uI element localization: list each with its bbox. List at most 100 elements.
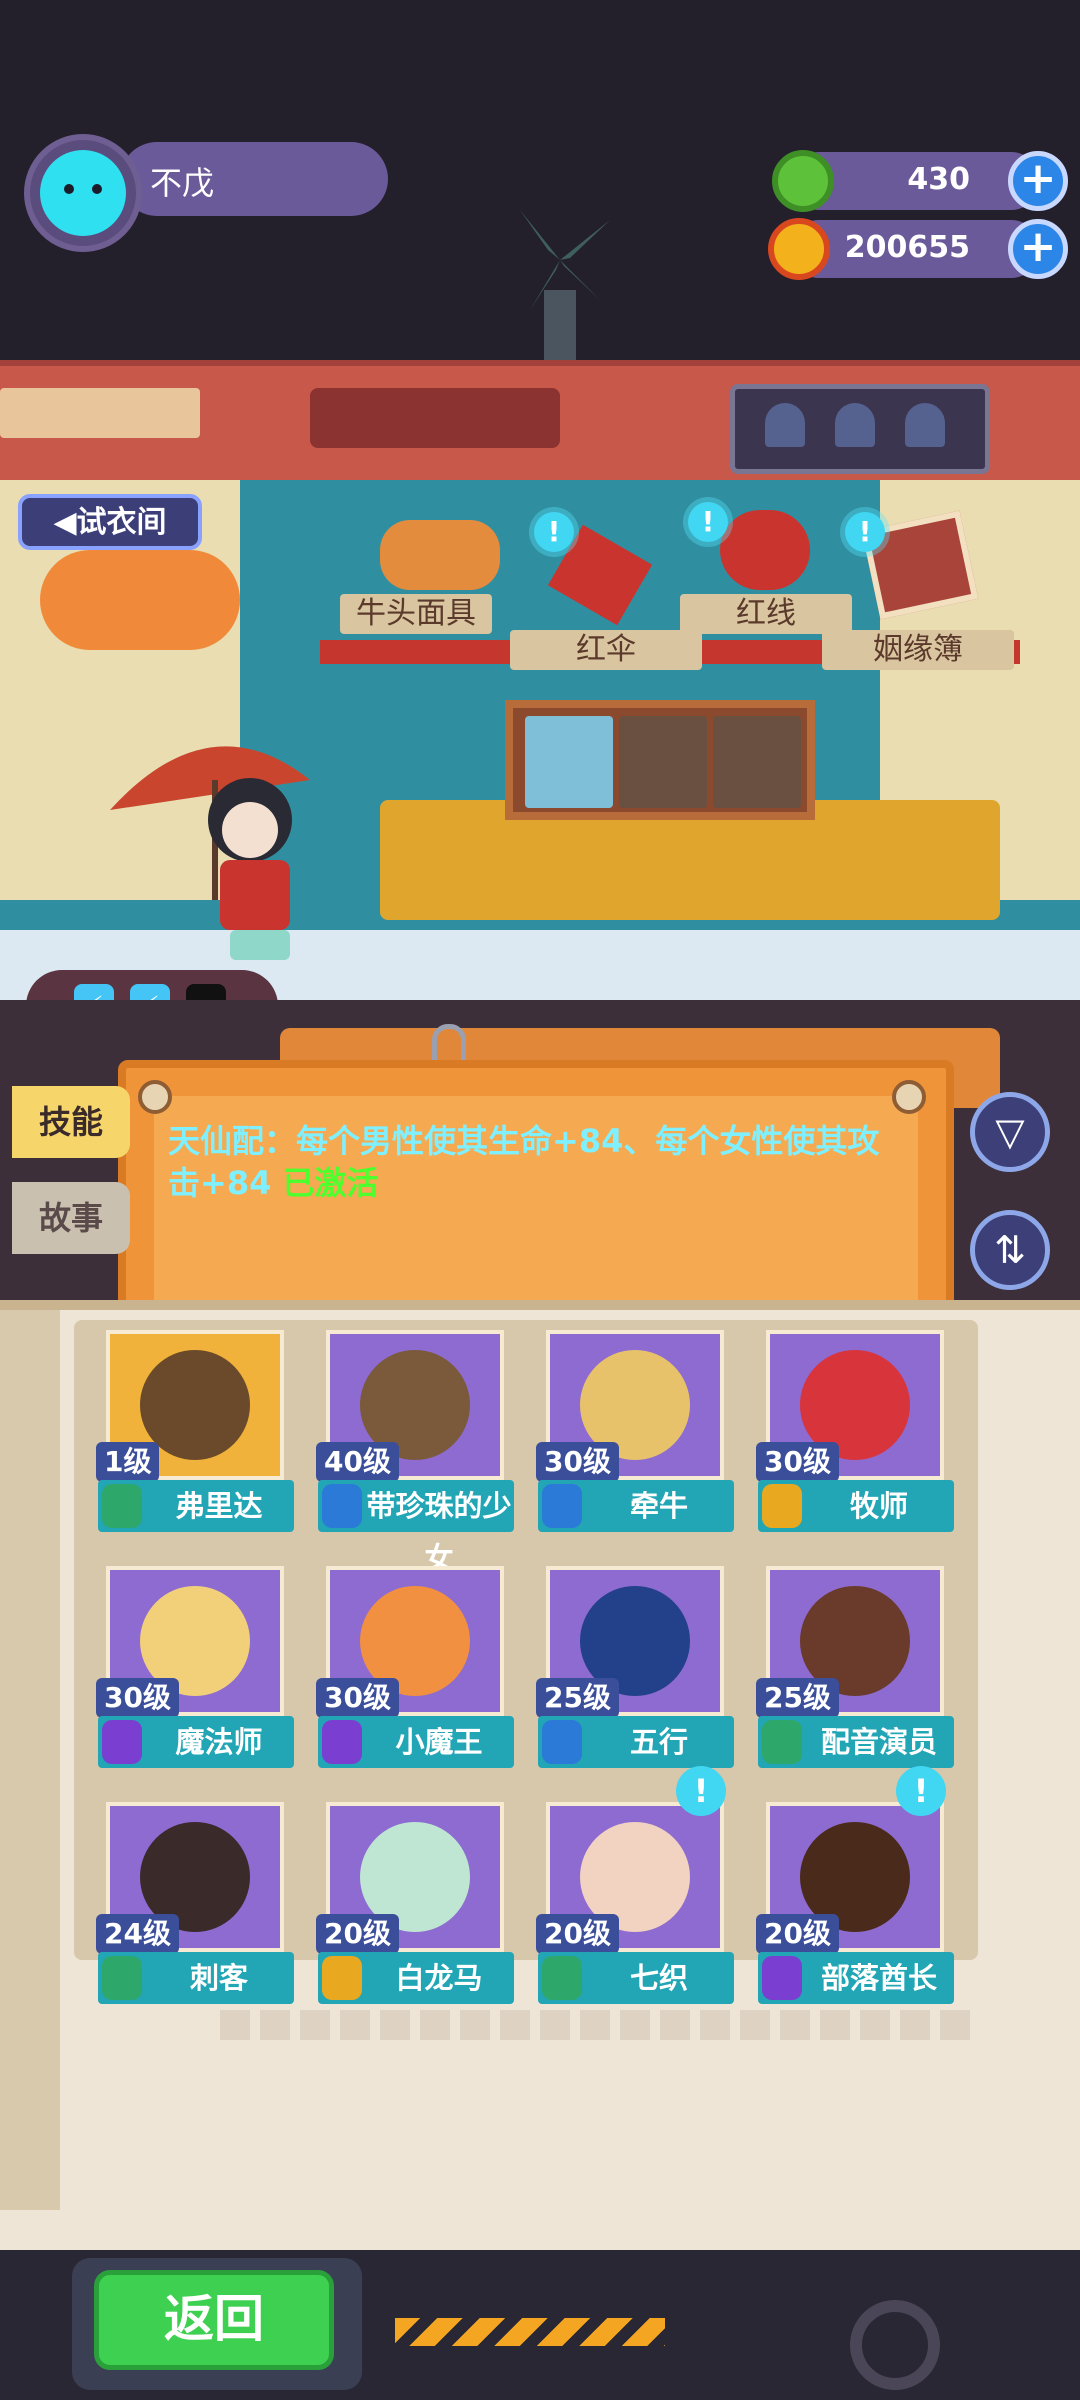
- character-name-bar: 小魔王: [318, 1716, 514, 1768]
- character-level: 40级: [316, 1442, 399, 1482]
- rivet-icon: [138, 1080, 172, 1114]
- item-plate-ox-mask: 牛头面具: [340, 594, 492, 634]
- rarity-badge-icon: [322, 1484, 362, 1528]
- rarity-badge-icon: [762, 1720, 802, 1764]
- character-level: 25级: [756, 1678, 839, 1718]
- sort-button[interactable]: ⇅: [970, 1210, 1050, 1290]
- character-card[interactable]: 20级 七织!: [536, 1766, 734, 2007]
- add-currency-2-button[interactable]: +: [1008, 219, 1068, 279]
- tab-story[interactable]: 故事: [12, 1182, 130, 1254]
- character-level: 30级: [536, 1442, 619, 1482]
- green-coin-icon: [772, 150, 834, 212]
- back-arrow-icon: ◀: [53, 505, 77, 540]
- new-item-alert-icon[interactable]: !: [688, 502, 728, 542]
- rarity-badge-icon: [542, 1484, 582, 1528]
- hazard-stripe: [395, 2318, 665, 2346]
- new-story-alert-icon[interactable]: !: [896, 1766, 946, 1816]
- character-level: 30级: [316, 1678, 399, 1718]
- orange-fish-decoration: [40, 550, 240, 650]
- synergy-description: 天仙配：每个男性使其生命+84、每个女性使其攻击+84 已激活: [168, 1122, 880, 1202]
- rarity-badge-icon: [762, 1484, 802, 1528]
- item-plate-red-thread: 红线: [680, 594, 852, 634]
- character-card[interactable]: 30级 牧师: [756, 1330, 954, 1535]
- player-character-with-red-umbrella[interactable]: [100, 700, 340, 970]
- windmill-fan-icon: [520, 210, 610, 360]
- machine-vent: [0, 388, 200, 438]
- character-card[interactable]: 1级 弗里达: [96, 1330, 294, 1535]
- showcase-slot-2[interactable]: [619, 716, 707, 808]
- character-name: 小魔王: [395, 1725, 483, 1759]
- character-card[interactable]: 30级 牵牛: [536, 1330, 734, 1535]
- character-card[interactable]: 24级 刺客: [96, 1802, 294, 2007]
- character-level: 20级: [316, 1914, 399, 1954]
- character-card[interactable]: 25级配音演员: [756, 1566, 954, 1771]
- character-card[interactable]: 20级部落酋长!: [756, 1766, 954, 2007]
- character-name-bar: 白龙马: [318, 1952, 514, 2004]
- character-name: 七织: [629, 1961, 688, 1995]
- character-name-bar: 配音演员: [758, 1716, 954, 1768]
- character-level: 24级: [96, 1914, 179, 1954]
- character-level: 30级: [96, 1678, 179, 1718]
- gold-planet-icon: [768, 218, 830, 280]
- character-name: 魔法师: [175, 1725, 263, 1759]
- character-name: 牧师: [849, 1489, 908, 1523]
- character-name-bar: 牧师: [758, 1480, 954, 1532]
- rarity-badge-icon: [102, 1484, 142, 1528]
- filter-funnel-icon: ▽: [995, 1110, 1025, 1154]
- character-name: 配音演员: [820, 1725, 937, 1759]
- rarity-badge-icon: [542, 1720, 582, 1764]
- character-level: 1级: [96, 1442, 160, 1482]
- character-name: 牵牛: [629, 1489, 688, 1523]
- character-name-bar: 刺客: [98, 1952, 294, 2004]
- character-name-bar: 牵牛: [538, 1480, 734, 1532]
- character-card[interactable]: 25级 五行: [536, 1566, 734, 1771]
- showcase-slot-1[interactable]: [525, 716, 613, 808]
- character-name-bar: 部落酋长: [758, 1952, 954, 2004]
- ox-mask-item[interactable]: [380, 520, 500, 590]
- character-name-bar: 弗里达: [98, 1480, 294, 1532]
- character-card[interactable]: 30级魔法师: [96, 1566, 294, 1771]
- character-showcase[interactable]: [505, 700, 815, 820]
- shop-machine-top: [0, 360, 1080, 486]
- ghost-display-panel: [730, 384, 990, 474]
- item-plate-marriage-book: 姻缘簿: [822, 630, 1014, 670]
- cat-face-icon: [40, 150, 126, 236]
- player-name: 不戊: [150, 164, 215, 202]
- gear-wheel-icon: [850, 2300, 940, 2390]
- fitting-room-button[interactable]: ◀试衣间: [18, 494, 202, 550]
- character-card[interactable]: 30级小魔王: [316, 1566, 514, 1771]
- machine-grille: [310, 388, 560, 448]
- character-card[interactable]: 20级白龙马: [316, 1802, 514, 2007]
- tab-skills[interactable]: 技能: [12, 1086, 130, 1158]
- rarity-badge-icon: [762, 1956, 802, 2000]
- player-avatar[interactable]: [24, 134, 142, 252]
- red-thread-item[interactable]: [720, 510, 810, 590]
- ghost-icon: [835, 403, 875, 447]
- blurred-footnote: [220, 2010, 980, 2040]
- rarity-badge-icon: [102, 1720, 142, 1764]
- synergy-status: 已激活: [282, 1164, 379, 1202]
- character-name-bar: 带珍珠的少女: [318, 1480, 514, 1575]
- character-level: 30级: [756, 1442, 839, 1482]
- rarity-badge-icon: [102, 1956, 142, 2000]
- character-name: 白龙马: [395, 1961, 483, 1995]
- new-story-alert-icon[interactable]: !: [676, 1766, 726, 1816]
- add-currency-1-button[interactable]: +: [1008, 151, 1068, 211]
- character-level: 20级: [756, 1914, 839, 1954]
- character-name: 部落酋长: [820, 1961, 937, 1995]
- filter-button[interactable]: ▽: [970, 1092, 1050, 1172]
- item-plate-red-umbrella: 红伞: [510, 630, 702, 670]
- new-item-alert-icon[interactable]: !: [845, 512, 885, 552]
- ghost-icon: [765, 403, 805, 447]
- showcase-slot-3[interactable]: [713, 716, 801, 808]
- rivet-icon: [892, 1080, 926, 1114]
- fitting-room-label: 试衣间: [76, 505, 167, 540]
- ghost-icon: [905, 403, 945, 447]
- character-name-bar: 五行: [538, 1716, 734, 1768]
- back-button[interactable]: 返回: [94, 2270, 334, 2370]
- character-level: 20级: [536, 1914, 619, 1954]
- character-card[interactable]: 40级 带珍珠的少女: [316, 1330, 514, 1575]
- character-name: 五行: [629, 1725, 688, 1759]
- rarity-badge-icon: [322, 1720, 362, 1764]
- new-item-alert-icon[interactable]: !: [534, 512, 574, 552]
